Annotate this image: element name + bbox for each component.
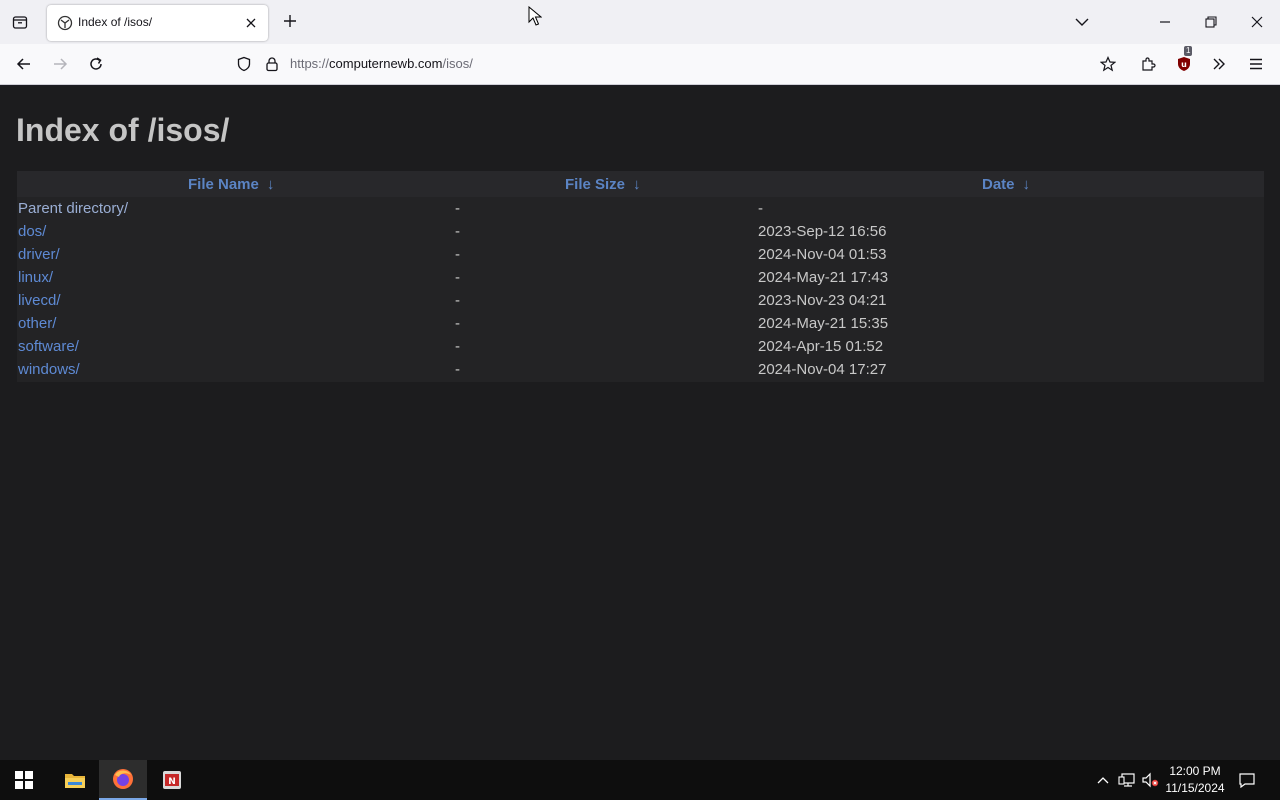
page-content: Index of /isos/ File Name ↓ File Size ↓ Da…: [0, 86, 1280, 760]
file-size: -: [455, 361, 460, 378]
tab-index-isos[interactable]: Index of /isos/: [47, 5, 268, 41]
notification-center-icon[interactable]: [1237, 770, 1257, 790]
close-tab-icon[interactable]: [242, 14, 260, 32]
network-icon[interactable]: [1117, 770, 1137, 790]
table-row: windows/ - 2024-Nov-04 17:27: [17, 358, 1264, 381]
firefox-taskbar-icon[interactable]: [99, 760, 147, 800]
new-tab-icon[interactable]: [278, 9, 302, 33]
bookmark-star-icon[interactable]: [1099, 56, 1117, 72]
hamburger-menu-icon[interactable]: [1242, 50, 1270, 78]
security-app-icon[interactable]: N: [148, 760, 196, 800]
file-date: -: [758, 200, 763, 217]
column-header-file-size[interactable]: File Size ↓: [565, 176, 641, 193]
tracking-protection-shield-icon[interactable]: [236, 56, 252, 72]
file-link[interactable]: dos/: [18, 223, 46, 240]
file-link[interactable]: linux/: [18, 269, 53, 286]
file-listing-table: File Name ↓ File Size ↓ Date ↓ Parent direc…: [17, 171, 1264, 382]
file-date: 2024-Nov-04 17:27: [758, 361, 887, 378]
file-link[interactable]: other/: [18, 315, 56, 332]
navigation-toolbar: https://computernewb.com/isos/ u 1: [0, 44, 1280, 85]
table-row: software/ - 2024-Apr-15 01:52: [17, 335, 1264, 358]
lock-icon[interactable]: [264, 56, 280, 72]
table-row: Parent directory/ - -: [17, 197, 1264, 220]
address-bar[interactable]: https://computernewb.com/isos/: [228, 48, 1130, 80]
extensions-icon[interactable]: [1134, 50, 1162, 78]
tab-bar: Index of /isos/: [0, 0, 1280, 44]
url-path: /isos/: [442, 56, 473, 71]
forward-icon[interactable]: [46, 50, 74, 78]
table-row: livecd/ - 2023-Nov-23 04:21: [17, 289, 1264, 312]
page-title: Index of /isos/: [16, 112, 230, 148]
svg-text:N: N: [168, 777, 176, 787]
file-size: -: [455, 200, 460, 217]
file-link[interactable]: Parent directory/: [18, 200, 128, 217]
volume-muted-icon[interactable]: [1140, 770, 1160, 790]
file-link[interactable]: driver/: [18, 246, 60, 263]
file-date: 2023-Sep-12 16:56: [758, 223, 887, 240]
windows-taskbar: N 12:00 PM 11/15/2024: [0, 760, 1280, 800]
column-header-date[interactable]: Date ↓: [982, 176, 1030, 193]
minimize-icon[interactable]: [1151, 8, 1179, 36]
system-clock[interactable]: 12:00 PM 11/15/2024: [1162, 763, 1228, 797]
page-favicon-icon: [57, 15, 73, 31]
file-size: -: [455, 223, 460, 240]
url-host: computernewb.com: [329, 56, 443, 71]
table-row: dos/ - 2023-Sep-12 16:56: [17, 220, 1264, 243]
file-link[interactable]: windows/: [18, 361, 80, 378]
start-button-windows-icon[interactable]: [0, 760, 48, 800]
reload-icon[interactable]: [82, 50, 110, 78]
ublock-origin-icon[interactable]: u 1: [1170, 46, 1198, 78]
list-all-tabs-icon[interactable]: [1068, 8, 1096, 36]
sort-arrow-icon: ↓: [266, 176, 275, 193]
url-scheme: https://: [290, 56, 330, 71]
more-tools-chevron-icon[interactable]: [1205, 50, 1233, 78]
svg-text:u: u: [1181, 60, 1187, 69]
file-explorer-icon[interactable]: [51, 760, 99, 800]
file-date: 2024-May-21 17:43: [758, 269, 889, 286]
file-date: 2024-Apr-15 01:52: [758, 338, 884, 355]
clock-time: 12:00 PM: [1169, 764, 1221, 778]
clock-date: 11/15/2024: [1165, 781, 1225, 795]
file-date: 2024-May-21 15:35: [758, 315, 889, 332]
file-date: 2024-Nov-04 01:53: [758, 246, 887, 263]
file-link[interactable]: livecd/: [18, 292, 61, 309]
file-size: -: [455, 246, 460, 263]
tab-title: Index of /isos/: [78, 15, 153, 29]
show-hidden-icons-chevron-icon[interactable]: [1093, 770, 1113, 790]
table-row: driver/ - 2024-Nov-04 01:53: [17, 243, 1264, 266]
file-size: -: [455, 269, 460, 286]
file-size: -: [455, 292, 460, 309]
file-date: 2023-Nov-23 04:21: [758, 292, 887, 309]
table-row: other/ - 2024-May-21 15:35: [17, 312, 1264, 335]
close-window-icon[interactable]: [1243, 8, 1271, 36]
back-icon[interactable]: [10, 50, 38, 78]
table-row: linux/ - 2024-May-21 17:43: [17, 266, 1264, 289]
extension-badge-count: 1: [1184, 46, 1193, 56]
file-size: -: [455, 338, 460, 355]
url-text[interactable]: https://computernewb.com/isos/: [290, 56, 473, 71]
firefox-view-icon[interactable]: [6, 8, 34, 36]
sort-arrow-icon: ↓: [633, 176, 641, 193]
column-header-file-name[interactable]: File Name ↓: [188, 176, 274, 193]
restore-icon[interactable]: [1197, 8, 1225, 36]
mouse-cursor-icon: [528, 6, 542, 26]
table-header: File Name ↓ File Size ↓ Date ↓: [17, 171, 1264, 197]
file-link[interactable]: software/: [18, 338, 79, 355]
file-size: -: [455, 315, 460, 332]
sort-arrow-icon: ↓: [1022, 176, 1031, 193]
